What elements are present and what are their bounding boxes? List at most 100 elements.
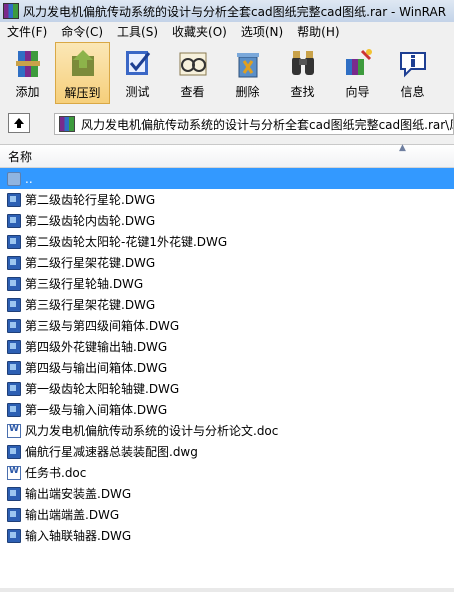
file-name: 第一级齿轮太阳轮轴键.DWG	[25, 382, 180, 396]
archive-icon	[59, 116, 75, 132]
winrar-app-icon	[3, 3, 19, 19]
dwg-file-icon	[7, 234, 21, 249]
find-label: 查找	[290, 85, 315, 99]
doc-file-icon	[7, 465, 21, 480]
file-name: 第四级外花键输出轴.DWG	[25, 340, 168, 354]
dwg-file-icon	[7, 507, 21, 522]
menu-favorites[interactable]: 收藏夹(O)	[165, 22, 234, 42]
window-title: 风力发电机偏航传动系统的设计与分析全套cad图纸完整cad图纸.rar - Wi…	[23, 4, 447, 19]
list-item[interactable]: 第二级齿轮行星轮.DWG	[0, 189, 454, 210]
file-name: 第二级齿轮行星轮.DWG	[25, 193, 156, 207]
extract-icon	[67, 48, 99, 80]
address-bar: 风力发电机偏航传动系统的设计与分析全套cad图纸完整cad图纸.rar\风	[0, 104, 454, 145]
up-folder-button[interactable]	[8, 113, 30, 133]
test-button[interactable]: 测试	[110, 42, 165, 104]
menu-help[interactable]: 帮助(H)	[290, 22, 346, 42]
list-item[interactable]: 风力发电机偏航传动系统的设计与分析论文.doc	[0, 420, 454, 441]
info-button[interactable]: 信息	[385, 42, 440, 104]
file-name: ..	[25, 171, 33, 186]
file-name: 第二级齿轮太阳轮-花键1外花键.DWG	[25, 235, 228, 249]
info-icon	[397, 47, 429, 79]
file-name: 任务书.doc	[25, 466, 87, 480]
dwg-file-icon	[7, 339, 21, 354]
column-header: 名称 ▲	[0, 143, 454, 168]
list-item[interactable]: 第三级与第四级间箱体.DWG	[0, 315, 454, 336]
wizard-icon	[342, 47, 374, 79]
list-item[interactable]: 第一级齿轮太阳轮轴键.DWG	[0, 378, 454, 399]
dwg-file-icon	[7, 255, 21, 270]
dwg-file-icon	[7, 444, 21, 459]
extract-to-button[interactable]: 解压到	[55, 42, 110, 104]
list-item[interactable]: 偏航行星减速器总装装配图.dwg	[0, 441, 454, 462]
extract-to-label: 解压到	[64, 86, 101, 100]
doc-file-icon	[7, 423, 21, 438]
find-button[interactable]: 查找	[275, 42, 330, 104]
address-path-field[interactable]: 风力发电机偏航传动系统的设计与分析全套cad图纸完整cad图纸.rar\风	[54, 113, 454, 135]
test-label: 测试	[125, 85, 150, 99]
dwg-file-icon	[7, 276, 21, 291]
menu-file[interactable]: 文件(F)	[0, 22, 54, 42]
add-button[interactable]: 添加	[0, 42, 55, 104]
file-name: 第三级行星架花键.DWG	[25, 298, 156, 312]
delete-label: 删除	[235, 85, 260, 99]
test-icon	[122, 47, 154, 79]
file-name: 输出端端盖.DWG	[25, 508, 120, 522]
list-item[interactable]: 第四级与输出间箱体.DWG	[0, 357, 454, 378]
view-icon	[177, 47, 209, 79]
list-item[interactable]: 第二级齿轮内齿轮.DWG	[0, 210, 454, 231]
list-item[interactable]: 任务书.doc	[0, 462, 454, 483]
delete-icon	[232, 47, 264, 79]
file-name: 第二级齿轮内齿轮.DWG	[25, 214, 156, 228]
menu-commands[interactable]: 命令(C)	[54, 22, 110, 42]
find-icon	[287, 47, 319, 79]
file-list: .. 第二级齿轮行星轮.DWG 第二级齿轮内齿轮.DWG 第二级齿轮太阳轮-花键…	[0, 168, 454, 546]
list-item[interactable]: 输出端端盖.DWG	[0, 504, 454, 525]
list-item[interactable]: 第一级与输入间箱体.DWG	[0, 399, 454, 420]
file-name: 第四级与输出间箱体.DWG	[25, 361, 168, 375]
list-item[interactable]: 输出端安装盖.DWG	[0, 483, 454, 504]
menu-options[interactable]: 选项(N)	[234, 22, 290, 42]
dwg-file-icon	[7, 360, 21, 375]
file-name: 第三级与第四级间箱体.DWG	[25, 319, 180, 333]
file-name: 第三级行星轮轴.DWG	[25, 277, 144, 291]
file-name: 第一级与输入间箱体.DWG	[25, 403, 168, 417]
file-name: 第二级行星架花键.DWG	[25, 256, 156, 270]
list-item[interactable]: 第三级行星架花键.DWG	[0, 294, 454, 315]
list-item[interactable]: 第二级齿轮太阳轮-花键1外花键.DWG	[0, 231, 454, 252]
column-name-header[interactable]: 名称	[8, 148, 32, 165]
title-bar: 风力发电机偏航传动系统的设计与分析全套cad图纸完整cad图纸.rar - Wi…	[0, 0, 454, 23]
wizard-button[interactable]: 向导	[330, 42, 385, 104]
parent-folder-icon	[7, 171, 21, 186]
dwg-file-icon	[7, 528, 21, 543]
list-item[interactable]: 第三级行星轮轴.DWG	[0, 273, 454, 294]
up-arrow-icon	[14, 118, 24, 128]
view-label: 查看	[180, 85, 205, 99]
dwg-file-icon	[7, 318, 21, 333]
file-name: 偏航行星减速器总装装配图.dwg	[25, 445, 198, 459]
dwg-file-icon	[7, 381, 21, 396]
dwg-file-icon	[7, 297, 21, 312]
list-item[interactable]: 输入轴联轴器.DWG	[0, 525, 454, 546]
wizard-label: 向导	[345, 85, 370, 99]
file-name: 输出端安装盖.DWG	[25, 487, 132, 501]
list-item-parent[interactable]: ..	[0, 168, 454, 189]
list-item[interactable]: 第二级行星架花键.DWG	[0, 252, 454, 273]
info-label: 信息	[400, 85, 425, 99]
window-bottom-edge	[0, 588, 454, 592]
address-path: 风力发电机偏航传动系统的设计与分析全套cad图纸完整cad图纸.rar\风	[81, 117, 454, 132]
toolbar: 添加 解压到 测试 查看 删除 查找 向导 信息	[0, 42, 454, 105]
dwg-file-icon	[7, 486, 21, 501]
sort-ascending-icon: ▲	[399, 143, 406, 153]
delete-button[interactable]: 删除	[220, 42, 275, 104]
file-name: 输入轴联轴器.DWG	[25, 529, 132, 543]
file-name: 风力发电机偏航传动系统的设计与分析论文.doc	[25, 424, 279, 438]
menu-bar: 文件(F) 命令(C) 工具(S) 收藏夹(O) 选项(N) 帮助(H)	[0, 22, 454, 43]
add-icon	[12, 47, 44, 79]
menu-tools[interactable]: 工具(S)	[110, 22, 165, 42]
view-button[interactable]: 查看	[165, 42, 220, 104]
add-label: 添加	[15, 85, 40, 99]
dwg-file-icon	[7, 402, 21, 417]
list-item[interactable]: 第四级外花键输出轴.DWG	[0, 336, 454, 357]
dwg-file-icon	[7, 213, 21, 228]
dwg-file-icon	[7, 192, 21, 207]
